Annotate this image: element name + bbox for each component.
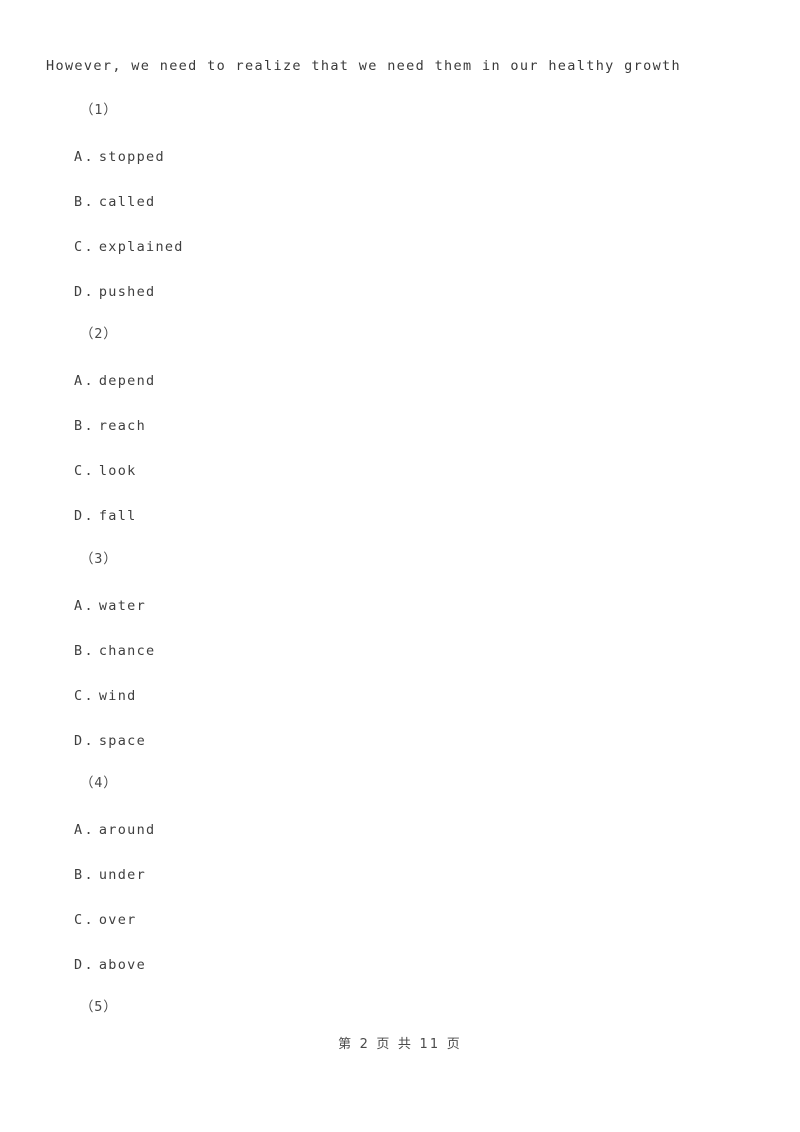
option-text: water	[98, 598, 147, 614]
answer-option[interactable]: A. around	[74, 820, 155, 840]
answer-option[interactable]: A. water	[74, 596, 146, 616]
option-text: above	[98, 957, 147, 973]
option-text: around	[98, 822, 156, 838]
option-separator: .	[84, 418, 94, 434]
option-text: look	[98, 463, 137, 479]
answer-option[interactable]: C. look	[74, 461, 137, 481]
option-separator: .	[84, 373, 94, 389]
option-text: under	[98, 867, 147, 883]
answer-option[interactable]: B. under	[74, 865, 146, 885]
option-text: fall	[98, 508, 137, 524]
answer-option[interactable]: A. depend	[74, 371, 155, 391]
question-number: （1）	[80, 102, 118, 118]
answer-option[interactable]: C. wind	[74, 686, 137, 706]
question-number: （5）	[80, 999, 118, 1015]
question-number: （4）	[80, 775, 118, 791]
answer-option[interactable]: D. above	[74, 955, 146, 975]
answer-option[interactable]: D. fall	[74, 506, 137, 526]
option-text: space	[98, 733, 147, 749]
page-footer: 第 2 页 共 11 页	[338, 1037, 462, 1052]
answer-option[interactable]: B. chance	[74, 641, 155, 661]
answer-option[interactable]: A. stopped	[74, 147, 165, 167]
option-separator: .	[84, 733, 94, 749]
option-separator: .	[84, 688, 94, 704]
option-text: called	[98, 194, 156, 210]
option-separator: .	[84, 194, 94, 210]
option-separator: .	[84, 912, 94, 928]
option-text: over	[98, 912, 137, 928]
option-separator: .	[84, 149, 94, 165]
option-separator: .	[84, 822, 94, 838]
option-separator: .	[84, 643, 94, 659]
answer-option[interactable]: B. reach	[74, 416, 146, 436]
option-separator: .	[84, 463, 94, 479]
answer-option[interactable]: B. called	[74, 192, 155, 212]
answer-option[interactable]: D. pushed	[74, 282, 155, 302]
option-text: wind	[98, 688, 137, 704]
option-text: pushed	[98, 284, 156, 300]
option-text: depend	[98, 373, 156, 389]
option-separator: .	[84, 239, 94, 255]
option-text: stopped	[98, 149, 165, 165]
option-separator: .	[84, 284, 94, 300]
question-number: （2）	[80, 326, 118, 342]
option-text: explained	[98, 239, 184, 255]
option-text: reach	[98, 418, 147, 434]
passage-text-line: However, we need to realize that we need…	[46, 58, 682, 74]
question-number: （3）	[80, 551, 118, 567]
option-separator: .	[84, 957, 94, 973]
option-separator: .	[84, 867, 94, 883]
answer-option[interactable]: D. space	[74, 731, 146, 751]
document-page: However, we need to realize that we need…	[0, 0, 800, 1132]
answer-option[interactable]: C. explained	[74, 237, 184, 257]
option-separator: .	[84, 508, 94, 524]
option-text: chance	[98, 643, 156, 659]
option-separator: .	[84, 598, 94, 614]
answer-option[interactable]: C. over	[74, 910, 137, 930]
